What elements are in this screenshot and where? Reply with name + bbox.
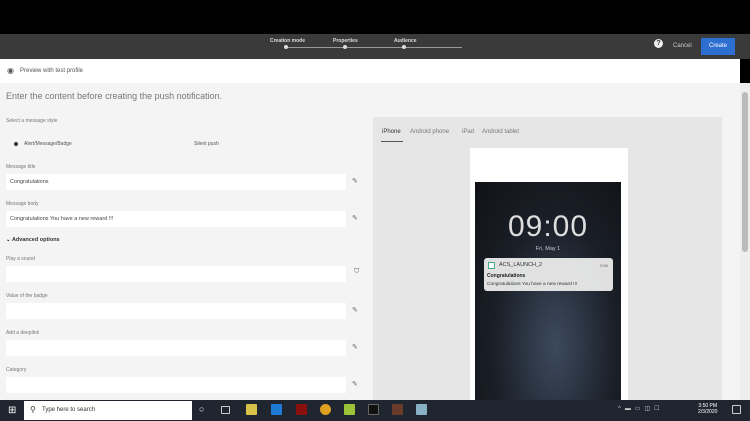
outlook-icon[interactable] [271,404,282,415]
edit-icon[interactable]: ✎ [352,306,358,314]
eye-icon[interactable]: ◉ [7,66,14,75]
step-dot [284,45,288,49]
style-label: Select a message style [6,118,58,124]
top-black-bar [0,0,750,34]
tab-ipad[interactable]: iPad [462,129,474,135]
category-label: Category [6,367,27,373]
step-creation-mode[interactable]: Creation mode [270,38,305,44]
app-icon[interactable] [392,404,403,415]
notification-body: Congratulations You have a new reward !!… [487,282,578,287]
category-input[interactable] [6,377,346,393]
task-view-icon[interactable] [221,406,230,414]
badge-label: Value of the badge [6,293,48,299]
step-audience[interactable]: Audience [394,38,417,44]
clock-date: 2/3/2020 [698,409,718,415]
sound-input[interactable] [6,266,346,282]
message-body-label: Message body [6,201,39,207]
sound-label: Play a sound [6,256,35,262]
progress-track [286,47,462,48]
edit-icon[interactable]: ✎ [352,214,358,222]
lock-screen-date: Fri, May 1 [535,246,561,252]
tab-iphone[interactable]: iPhone [382,129,401,135]
notifications-icon[interactable] [732,405,741,414]
cortana-icon[interactable]: ○ [199,404,210,415]
notification-app-name: ACS_LAUNCH_2 [499,262,543,268]
edit-icon[interactable]: ✎ [352,177,358,185]
step-properties[interactable]: Properties [333,38,358,44]
help-icon[interactable]: ? [654,39,663,48]
scrollbar-thumb[interactable] [742,92,748,252]
advanced-options-toggle[interactable]: ⌄ Advanced options [6,237,60,243]
system-tray-icons[interactable]: ^▬▭◫☐ [618,405,664,412]
app-icon [488,262,495,269]
tab-android-tablet[interactable]: Android tablet [482,129,519,135]
notification-title: Congratulations [487,273,526,279]
badge-input[interactable] [6,303,346,319]
tab-android-phone[interactable]: Android phone [410,129,449,135]
acrobat-icon[interactable] [296,404,307,415]
message-body-input[interactable]: Congratulations You have a new reward !!… [6,211,346,227]
file-explorer-icon[interactable] [246,404,257,415]
page-title: Enter the content before creating the pu… [6,91,223,101]
radio-alert-message-badge[interactable]: Alert/Message/Badge [24,141,72,147]
step-dot [402,45,406,49]
search-icon: ⚲ [30,405,36,414]
message-title-input[interactable]: Congratulations [6,174,346,190]
edit-icon[interactable]: ✎ [352,343,358,351]
cancel-button[interactable]: Cancel [673,43,692,49]
deeplink-label: Add a deeplink [6,330,40,336]
windows-start-icon[interactable]: ⊞ [8,405,16,416]
create-button[interactable]: Create [701,38,735,55]
step-dot [343,45,347,49]
app-icon[interactable] [344,404,355,415]
notification-time: now [600,263,609,268]
lock-screen-time: 09:00 [507,210,589,243]
radio-silent-push[interactable]: Silent push [194,141,219,147]
preview-bar [0,59,740,83]
taskbar-search-input[interactable]: Type here to search [24,401,192,420]
preview-with-test-profile-link[interactable]: Preview with test profile [20,68,83,74]
chrome-icon[interactable] [320,404,331,415]
app-icon[interactable] [416,404,427,415]
advanced-options-label: Advanced options [11,237,60,243]
active-tab-indicator [381,141,403,142]
radio-selected-icon[interactable] [14,142,18,146]
deeplink-input[interactable] [6,340,346,356]
edit-icon[interactable]: ✎ [352,380,358,388]
sound-picker-icon[interactable]: ⛉ [354,268,359,276]
taskbar-clock[interactable]: 3:50 PM 2/3/2020 [698,403,717,415]
message-title-label: Message title [6,164,36,170]
terminal-icon[interactable] [368,404,379,415]
